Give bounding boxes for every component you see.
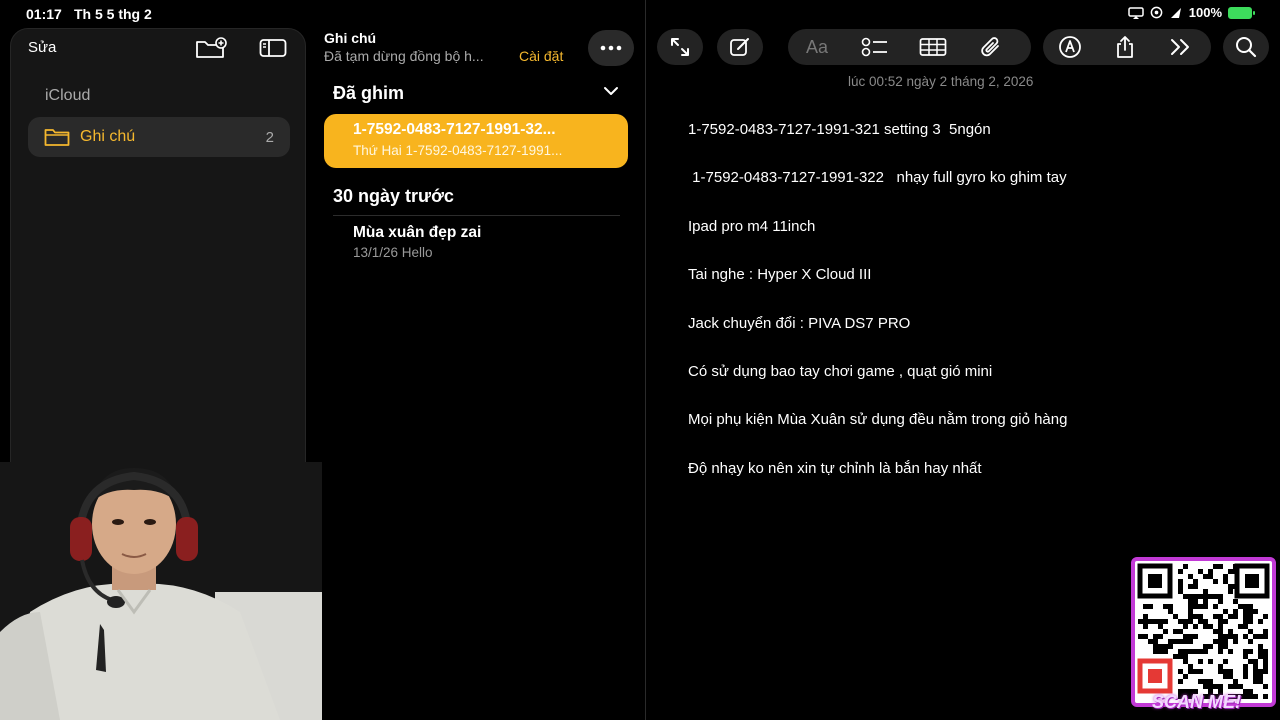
status-indicators: 100%	[1128, 5, 1255, 20]
note-line: Ipad pro m4 11inch	[688, 217, 816, 235]
list-title: Ghi chú	[324, 30, 377, 46]
status-bar: 01:17 Th 5 5 thg 2 100%	[0, 0, 1280, 28]
divider	[333, 215, 620, 216]
folder-notes[interactable]: Ghi chú 2	[28, 117, 290, 157]
qr-label: SCAN ME!	[1152, 692, 1241, 712]
pane-separator	[645, 0, 646, 720]
sidebar-toggle-icon[interactable]	[259, 37, 289, 59]
list-item[interactable]: Mùa xuân đẹp zai 13/1/26 Hello	[353, 224, 481, 260]
battery-percent: 100%	[1188, 5, 1222, 20]
older-header: 30 ngày trước	[333, 186, 454, 206]
note-line: Có sử dụng bao tay chơi game , quạt gió …	[688, 362, 993, 380]
table-icon	[919, 38, 947, 56]
note-body[interactable]: 1-7592-0483-7127-1991-321 setting 3 5ngó…	[688, 121, 1248, 508]
chevron-down-icon[interactable]	[603, 86, 619, 96]
note-line: Độ nhạy ko nên xin tự chỉnh là bắn hay n…	[688, 459, 982, 477]
location-icon	[1150, 6, 1163, 19]
more-icon	[600, 45, 622, 51]
note-timestamp: lúc 00:52 ngày 2 tháng 2, 2026	[848, 74, 1034, 89]
sync-status: Đã tạm dừng đồng bộ h...	[324, 48, 484, 64]
folder-count: 2	[265, 128, 274, 146]
streamer-image	[0, 462, 322, 720]
qr-code[interactable]	[1131, 557, 1276, 707]
pinned-note[interactable]: 1-7592-0483-7127-1991-32... Thứ Hai 1-75…	[324, 114, 628, 168]
account-label: iCloud	[45, 87, 91, 104]
checklist-button[interactable]	[846, 37, 904, 57]
pinned-header[interactable]: Đã ghim	[333, 83, 404, 104]
attachment-icon	[981, 37, 999, 57]
note-line: 1-7592-0483-7127-1991-322 nhạy full gyro…	[688, 169, 1067, 187]
checklist-icon	[861, 37, 887, 57]
wifi-icon	[1170, 7, 1181, 18]
edit-button[interactable]: Sửa	[28, 39, 56, 56]
table-button[interactable]	[904, 37, 962, 57]
format-label: Aa	[805, 36, 829, 57]
attachment-button[interactable]	[962, 35, 1020, 59]
compose-button[interactable]	[717, 29, 763, 65]
share-icon	[1117, 36, 1133, 58]
note-line: Mọi phụ kiện Mùa Xuân sử dụng đều nằm tr…	[688, 411, 1068, 429]
status-time: 01:17	[26, 6, 62, 22]
pinned-note-subtitle: Thứ Hai 1-7592-0483-7127-1991...	[353, 143, 563, 158]
note-subtitle: 13/1/26 Hello	[353, 245, 433, 260]
status-date: Th 5 5 thg 2	[74, 6, 152, 22]
more-button[interactable]	[588, 30, 634, 66]
webcam-overlay	[0, 462, 322, 720]
note-line: 1-7592-0483-7127-1991-321 setting 3 5ngó…	[688, 121, 991, 138]
search-icon	[1236, 37, 1257, 58]
folder-label: Ghi chú	[80, 128, 136, 145]
more-tools-icon	[1171, 39, 1189, 55]
note-line: Jack chuyển đổi : PIVA DS7 PRO	[688, 314, 911, 332]
pinned-note-title: 1-7592-0483-7127-1991-32...	[353, 121, 556, 138]
format-button[interactable]: Aa	[788, 37, 846, 58]
compose-icon	[730, 38, 749, 56]
share-button[interactable]	[1097, 35, 1153, 59]
folder-icon	[44, 129, 70, 146]
note-title: Mùa xuân đẹp zai	[353, 224, 482, 241]
expand-button[interactable]	[657, 29, 703, 65]
search-button[interactable]	[1223, 29, 1269, 65]
note-line: Tai nghe : Hyper X Cloud III	[688, 266, 872, 284]
screen-mirror-icon	[1128, 6, 1144, 19]
notes-list-pane: Ghi chú Đã tạm dừng đồng bộ h... Cài đặt…	[306, 28, 646, 720]
format-toolbar: Aa	[788, 29, 1031, 65]
more-tools-button[interactable]	[1153, 38, 1209, 56]
settings-link[interactable]: Cài đặt	[519, 48, 563, 64]
markup-button[interactable]	[1043, 35, 1097, 59]
action-toolbar	[1043, 29, 1211, 65]
qr-code-image	[1137, 563, 1270, 699]
new-folder-icon[interactable]	[195, 37, 227, 59]
battery-icon	[1228, 6, 1255, 19]
expand-icon	[671, 38, 689, 56]
markup-icon	[1059, 36, 1081, 58]
